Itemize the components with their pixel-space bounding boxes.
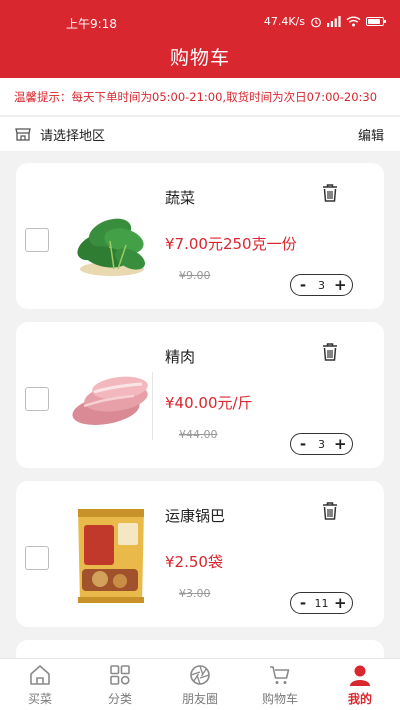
item-name: 运康锅巴 (165, 507, 226, 525)
tab-label: 朋友圈 (181, 692, 218, 706)
trash-icon[interactable] (321, 342, 339, 362)
item-price: ¥40.00元/斤 (165, 394, 253, 412)
quantity-value[interactable]: 3 (318, 279, 325, 292)
signal-icon (327, 16, 341, 27)
region-selector[interactable]: 请选择地区 (40, 125, 105, 144)
page-title: 购物车 (169, 47, 230, 69)
trash-icon[interactable] (321, 501, 339, 521)
store-icon (15, 128, 31, 141)
user-icon (350, 665, 370, 686)
decrease-button[interactable]: - (297, 436, 309, 452)
notice-banner: 温馨提示：每天下单时间为05:00-21:00,取货时间为次日07:00-20:… (0, 78, 400, 116)
thumb-divider (152, 372, 153, 440)
alarm-icon (311, 17, 321, 27)
decrease-button[interactable]: - (297, 595, 309, 611)
quantity-value[interactable]: 3 (318, 438, 325, 451)
network-speed: 47.4K/s (263, 15, 305, 28)
app-header: 上午9:18 47.4K/s 购物车 (0, 0, 400, 78)
cart-item-card: 运康锅巴 ¥2.50袋 ¥3.00 - 11 + (16, 481, 384, 627)
tab-category[interactable]: 分类 (80, 659, 160, 710)
vegetable-image (77, 218, 145, 276)
item-original-price: ¥44.00 (179, 428, 218, 441)
aperture-icon (190, 665, 210, 685)
item-name: 蔬菜 (165, 189, 196, 207)
quantity-value[interactable]: 11 (315, 597, 329, 610)
tab-mine[interactable]: 我的 (320, 659, 400, 710)
tab-label: 买菜 (27, 692, 52, 706)
item-price: ¥7.00元250克一份 (165, 235, 297, 253)
tab-moments[interactable]: 朋友圈 (160, 659, 240, 710)
item-checkbox[interactable] (25, 228, 49, 252)
item-price: ¥2.50袋 (165, 553, 223, 571)
wifi-icon (346, 16, 361, 27)
increase-button[interactable]: + (334, 436, 347, 452)
tab-label: 我的 (347, 692, 372, 706)
meat-image (72, 376, 148, 425)
tab-label: 购物车 (261, 692, 298, 706)
trash-icon[interactable] (321, 183, 339, 203)
category-icon (110, 665, 130, 685)
tab-buy-groceries[interactable]: 买菜 (0, 659, 80, 710)
quantity-stepper: - 11 + (290, 592, 353, 614)
region-bar: 请选择地区 编辑 (0, 117, 400, 151)
bottom-tab-bar: 买菜 分类 朋友圈 购物车 我的 (0, 658, 400, 710)
cart-item-card: 精肉 ¥40.00元/斤 ¥44.00 - 3 + (16, 322, 384, 468)
snack-package-image (78, 509, 144, 603)
edit-button[interactable]: 编辑 (358, 125, 384, 144)
cart-item-card: 蔬菜 ¥7.00元250克一份 ¥9.00 - 3 + (16, 163, 384, 309)
increase-button[interactable]: + (334, 277, 347, 293)
item-checkbox[interactable] (25, 546, 49, 570)
item-name: 精肉 (165, 348, 196, 366)
battery-icon (366, 17, 386, 26)
quantity-stepper: - 3 + (290, 274, 353, 296)
increase-button[interactable]: + (334, 595, 347, 611)
decrease-button[interactable]: - (297, 277, 309, 293)
item-checkbox[interactable] (25, 387, 49, 411)
status-bar-right: 47.4K/s (263, 15, 386, 28)
quantity-stepper: - 3 + (290, 433, 353, 455)
tab-label: 分类 (107, 692, 132, 706)
tab-cart[interactable]: 购物车 (240, 659, 320, 710)
status-time: 上午9:18 (66, 17, 117, 31)
cart-icon (270, 666, 290, 684)
item-original-price: ¥9.00 (179, 269, 211, 282)
item-original-price: ¥3.00 (179, 587, 211, 600)
home-icon (30, 665, 50, 685)
